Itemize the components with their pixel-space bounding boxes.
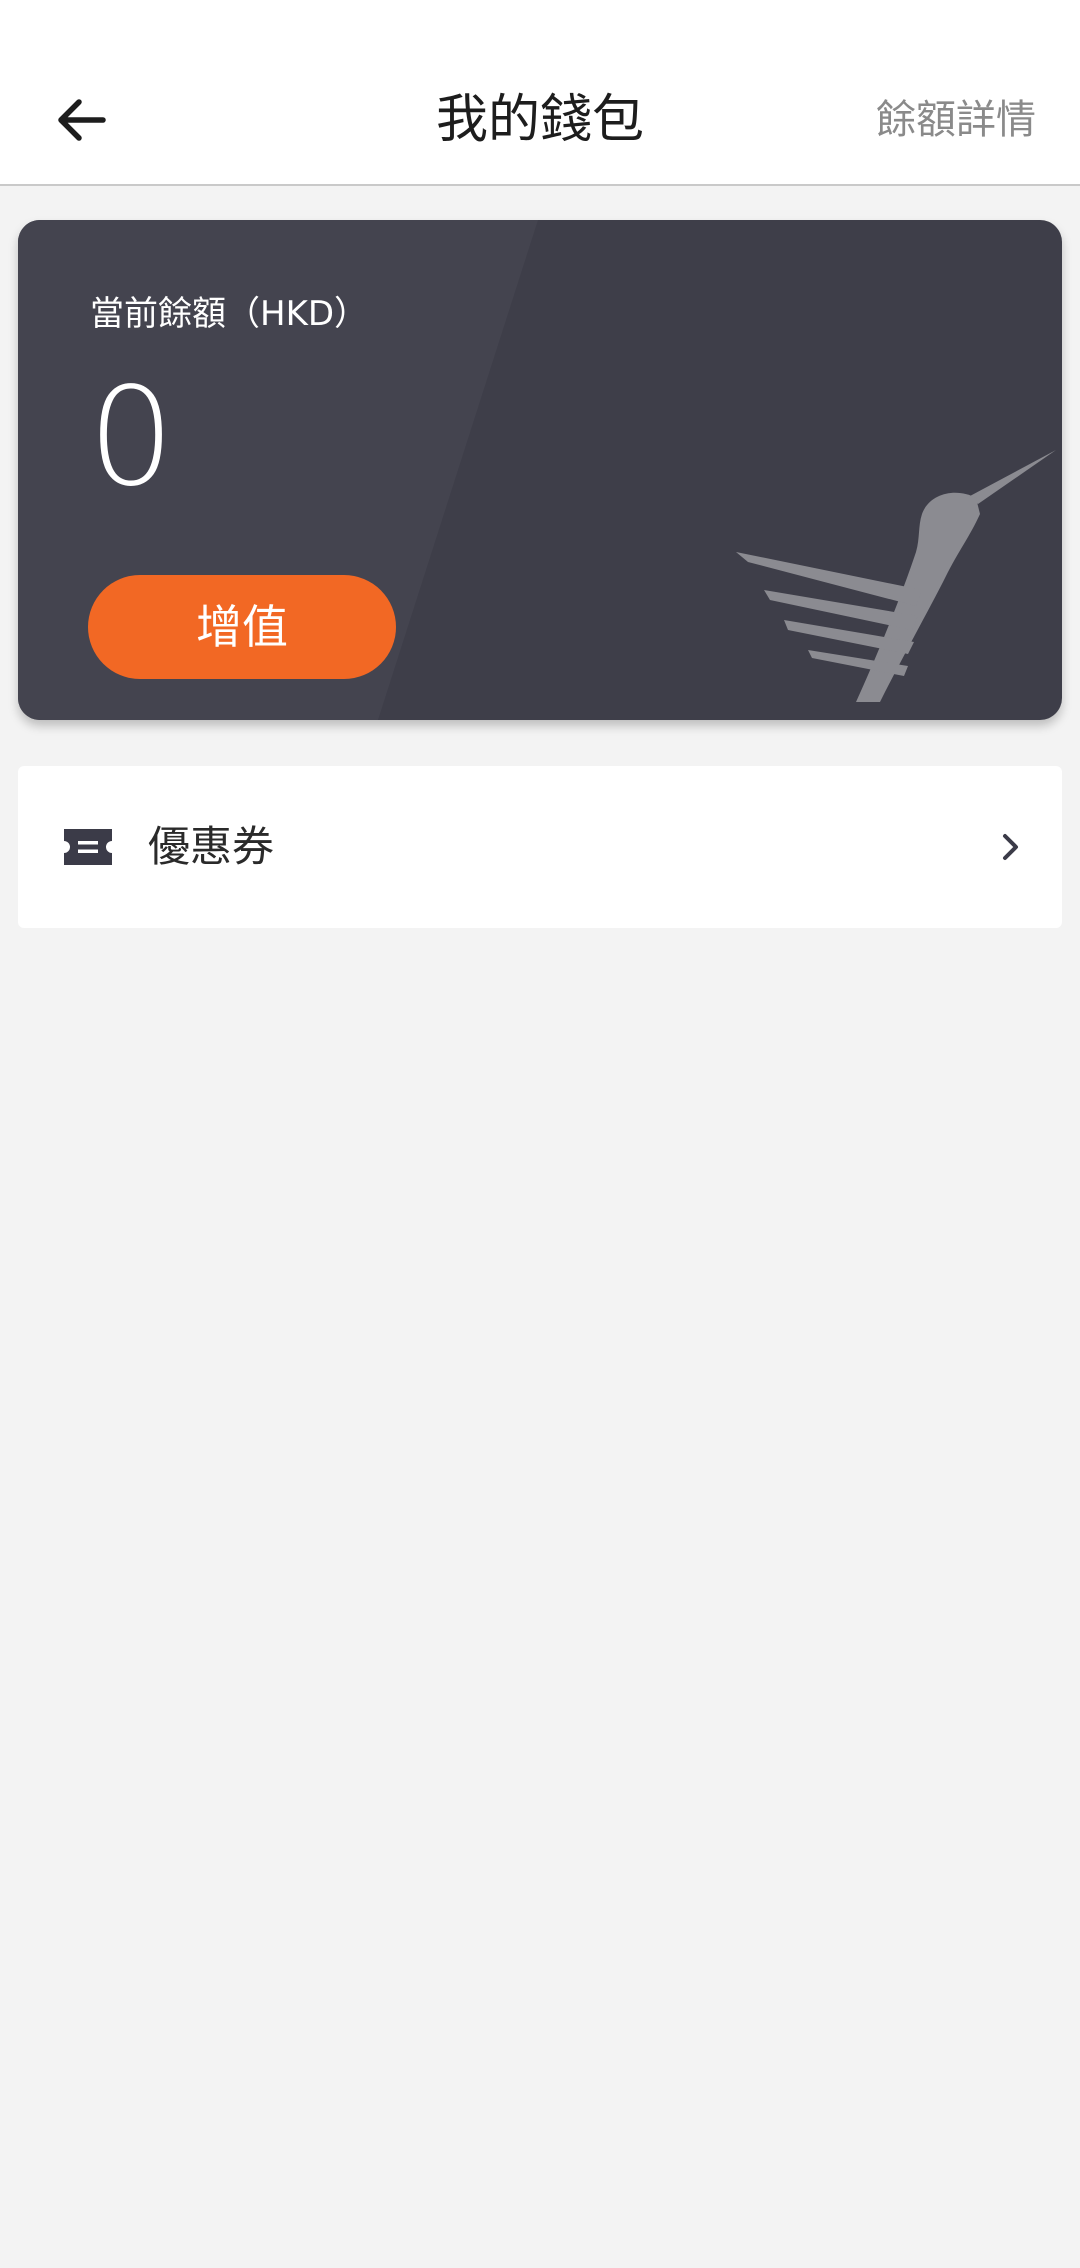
coupon-label: 優惠券 <box>148 822 275 871</box>
top-app-bar: 我的錢包 餘額詳情 <box>0 0 1080 186</box>
ticket-icon <box>64 829 112 865</box>
coupon-menu-item[interactable]: 優惠券 <box>18 766 1062 928</box>
top-up-button[interactable]: 增值 <box>88 575 396 679</box>
wallet-balance-card: 當前餘額（HKD） 0 增值 <box>18 220 1062 720</box>
balance-details-link[interactable]: 餘額詳情 <box>876 92 1036 148</box>
balance-amount: 0 <box>88 359 175 517</box>
chevron-right-icon <box>1003 834 1018 860</box>
balance-label: 當前餘額（HKD） <box>90 294 369 334</box>
hummingbird-logo-icon <box>736 450 1056 702</box>
